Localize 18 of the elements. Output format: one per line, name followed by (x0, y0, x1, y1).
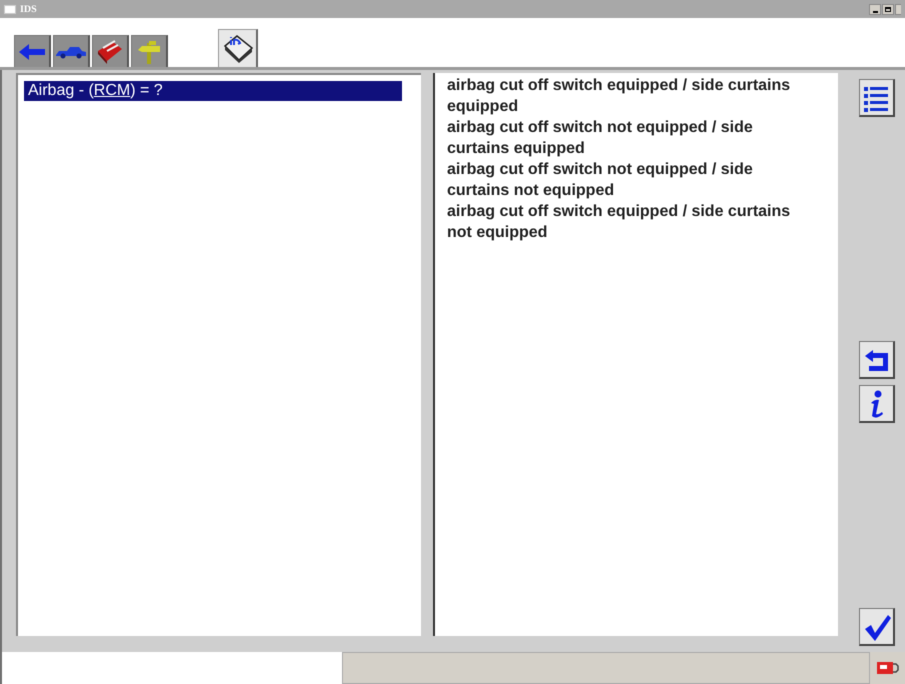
return-button[interactable] (858, 341, 894, 379)
option-item[interactable]: airbag cut off switch equipped / side curtains not equipped (447, 201, 799, 243)
toolbar-tab[interactable] (92, 35, 129, 67)
window-title: IDS (20, 2, 37, 16)
question-item[interactable]: Airbag - (RCM) = ? (24, 81, 402, 101)
maximize-button[interactable] (882, 4, 894, 14)
info-button[interactable] (858, 385, 894, 423)
book-icon (222, 34, 254, 64)
confirm-button[interactable] (858, 608, 894, 646)
arrow-left-icon (17, 42, 47, 62)
rcm-link[interactable]: RCM (94, 82, 130, 99)
signpost-icon (136, 38, 162, 64)
window-icon (4, 4, 16, 14)
car-icon (55, 44, 87, 58)
battery-icon (876, 662, 898, 674)
minimize-button[interactable] (869, 4, 881, 14)
list-button[interactable] (858, 79, 894, 117)
toolbar-tab[interactable] (218, 29, 258, 67)
